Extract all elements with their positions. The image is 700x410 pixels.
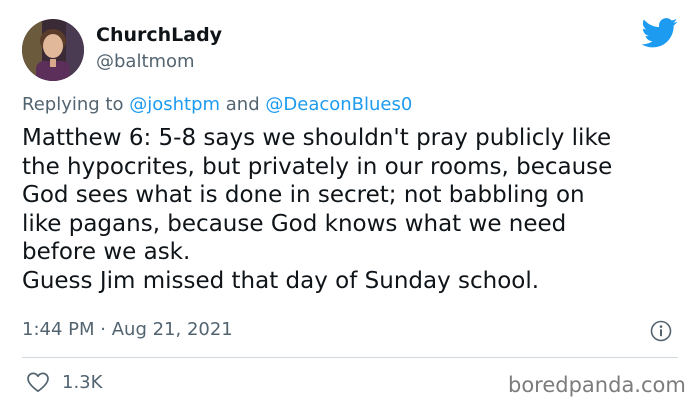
twitter-bird-icon <box>642 18 678 48</box>
author-handle[interactable]: @baltmom <box>96 51 195 73</box>
avatar[interactable] <box>22 19 84 81</box>
reply-prefix: Replying to <box>22 94 124 115</box>
watermark: boredpanda.com <box>508 373 686 397</box>
tweet-line: the hypocrites, but privately in our roo… <box>22 153 613 180</box>
info-icon[interactable] <box>650 320 672 342</box>
tweet-line: before we ask. <box>22 239 191 265</box>
tweet-time: 1:44 PM <box>22 319 95 340</box>
meta-separator: · <box>100 319 106 340</box>
author-display-name[interactable]: ChurchLady <box>96 24 222 46</box>
tweet-line: Matthew 6: 5-8 says we shouldn't pray pu… <box>22 125 612 151</box>
reply-context: Replying to @joshtpm and @DeaconBlues0 <box>22 93 412 117</box>
mention-deaconblues0[interactable]: @DeaconBlues0 <box>265 94 412 115</box>
tweet-line: God sees what is done in secret; not bab… <box>22 182 585 208</box>
heart-icon <box>27 372 49 393</box>
mention-joshtpm[interactable]: @joshtpm <box>129 94 220 115</box>
tweet-date: Aug 21, 2021 <box>111 319 233 340</box>
like-count: 1.3K <box>62 371 103 393</box>
reply-connector: and <box>225 94 260 115</box>
tweet-line: Guess Jim missed that day of Sunday scho… <box>22 267 540 294</box>
divider <box>22 357 678 358</box>
tweet-line: like pagans, because God knows what we n… <box>22 210 567 237</box>
like-button[interactable]: 1.3K <box>26 371 102 393</box>
tweet-text: Matthew 6: 5-8 says we shouldn't pray pu… <box>22 124 692 295</box>
tweet-timestamp[interactable]: 1:44 PM · Aug 21, 2021 <box>22 318 233 342</box>
